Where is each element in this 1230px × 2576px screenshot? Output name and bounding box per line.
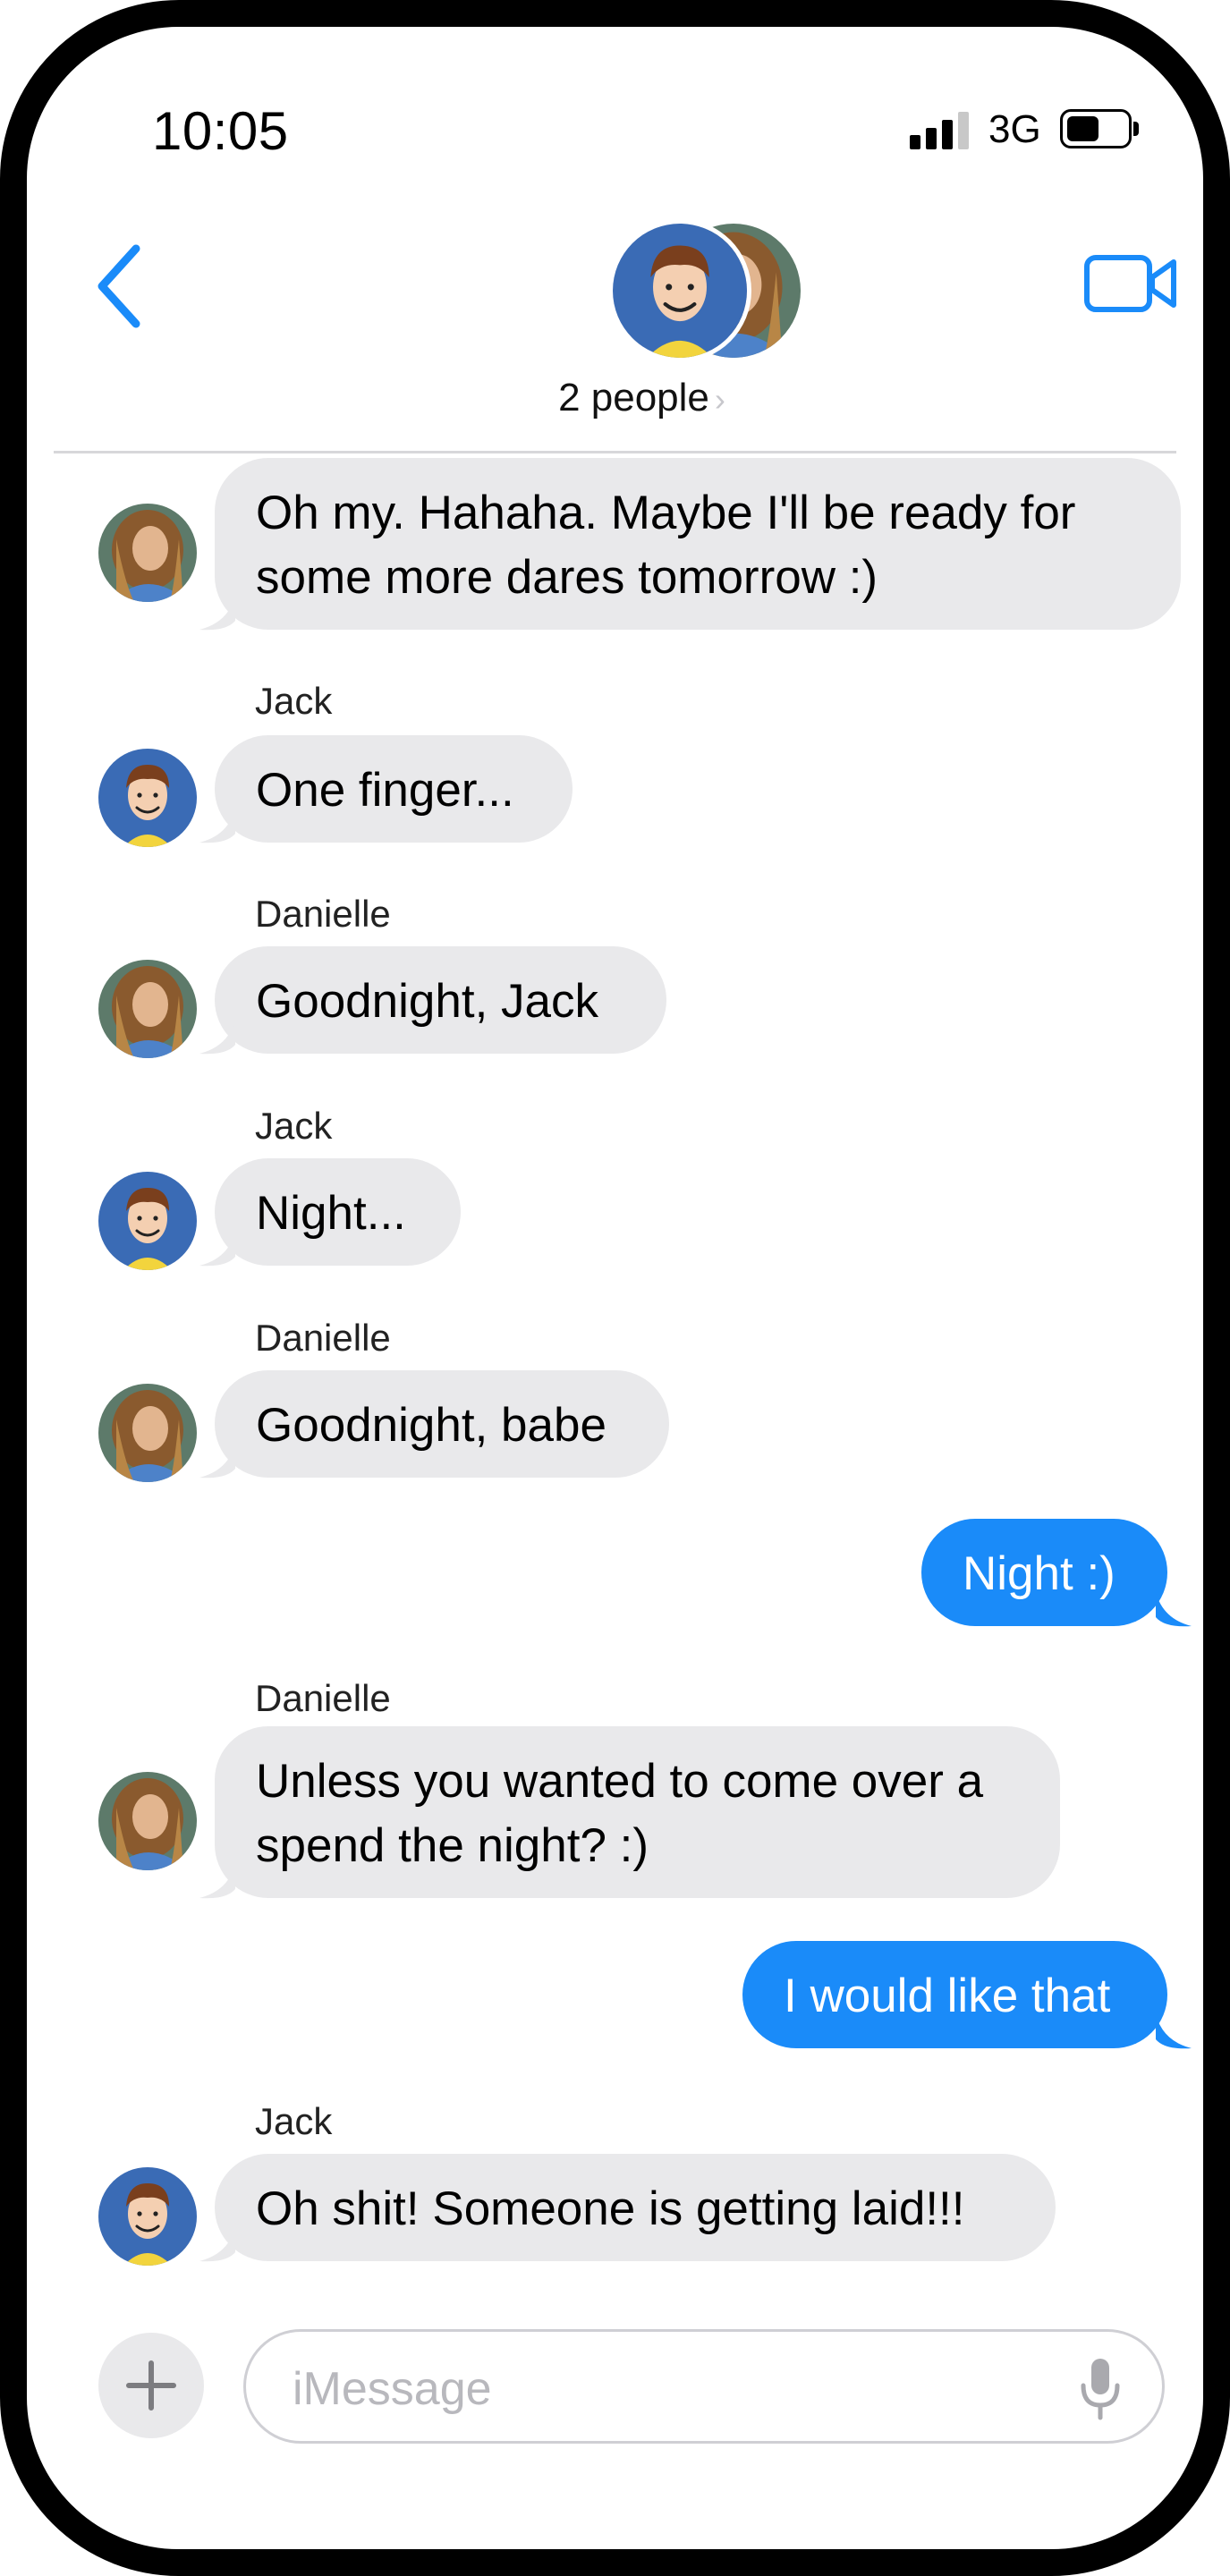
back-button[interactable] (89, 242, 152, 331)
chevron-right-icon: › (714, 381, 725, 418)
bubble-tail (199, 1864, 235, 1899)
jack-avatar[interactable] (98, 1172, 197, 1270)
message-text-line: some more dares tomorrow :) (256, 551, 878, 604)
bubble-tail (199, 809, 235, 843)
jack-avatar[interactable] (98, 749, 197, 847)
incoming-message-bubble[interactable]: Goodnight, babe (215, 1370, 669, 1478)
bubble-tail (1156, 2014, 1192, 2049)
danielle-avatar[interactable] (98, 504, 197, 602)
video-camera-icon (1084, 255, 1176, 312)
sender-name: Jack (255, 1105, 333, 1147)
incoming-message-bubble[interactable]: Oh my. Hahaha. Maybe I'll be ready for so… (215, 458, 1181, 630)
danielle-avatar[interactable] (98, 1772, 197, 1870)
message-text-line: Night... (256, 1187, 406, 1240)
status-time: 10:05 (152, 101, 289, 161)
chevron-left-icon (98, 244, 140, 328)
bubble-tail (199, 596, 235, 631)
signal-strength-icon (910, 110, 972, 149)
apps-button[interactable] (98, 2333, 204, 2438)
battery-level (1067, 116, 1099, 141)
message-text-line: One finger... (256, 764, 514, 817)
jack-avatar[interactable] (98, 2167, 197, 2266)
message-text-line: Goodnight, Jack (256, 975, 599, 1028)
bubble-tail (1156, 1592, 1192, 1627)
sender-name: Danielle (255, 893, 391, 935)
message-text-line: spend the night? :) (256, 1819, 649, 1872)
bubble-tail (199, 1232, 235, 1267)
message-input[interactable] (291, 2350, 1010, 2428)
outgoing-message-bubble[interactable]: Night :) (921, 1519, 1167, 1626)
header-divider (54, 451, 1176, 453)
bubble-tail (199, 1444, 235, 1479)
danielle-avatar[interactable] (98, 1384, 197, 1482)
plus-icon (126, 2360, 176, 2411)
battery-icon (1060, 109, 1132, 148)
people-button[interactable]: 2 people › (27, 376, 1203, 420)
danielle-avatar[interactable] (98, 960, 197, 1058)
battery-tip (1133, 122, 1139, 136)
message-text-line: Oh my. Hahaha. Maybe I'll be ready for (256, 487, 1076, 539)
bubble-tail (199, 1020, 235, 1055)
people-label: 2 people (558, 376, 709, 419)
phone-frame: 10:05 3G 2 people › Oh my. Hahaha. Maybe… (0, 0, 1230, 2576)
outgoing-message-bubble[interactable]: I would like that (742, 1941, 1167, 2048)
microphone-button[interactable] (1078, 2355, 1123, 2423)
sender-name: Jack (255, 680, 333, 722)
incoming-message-bubble[interactable]: Goodnight, Jack (215, 946, 666, 1054)
incoming-message-bubble[interactable]: Unless you wanted to come over a spend th… (215, 1726, 1060, 1898)
incoming-message-bubble[interactable]: Night... (215, 1158, 461, 1266)
message-text-line: Night :) (963, 1547, 1115, 1600)
message-input-container (243, 2329, 1165, 2444)
bubble-tail (199, 2227, 235, 2262)
group-avatar[interactable] (613, 219, 801, 362)
message-text-line: Goodnight, babe (256, 1399, 607, 1452)
network-type: 3G (988, 107, 1041, 151)
jack-avatar (613, 224, 747, 358)
video-call-button[interactable] (1082, 249, 1181, 320)
sender-name: Danielle (255, 1677, 391, 1719)
message-text-line: I would like that (784, 1970, 1111, 2022)
message-text-line: Oh shit! Someone is getting laid!!! (256, 2182, 965, 2235)
incoming-message-bubble[interactable]: Oh shit! Someone is getting laid!!! (215, 2154, 1056, 2261)
message-text-line: Unless you wanted to come over a (256, 1755, 984, 1808)
sender-name: Danielle (255, 1317, 391, 1359)
incoming-message-bubble[interactable]: One finger... (215, 735, 573, 843)
microphone-icon (1081, 2359, 1120, 2420)
sender-name: Jack (255, 2100, 333, 2142)
